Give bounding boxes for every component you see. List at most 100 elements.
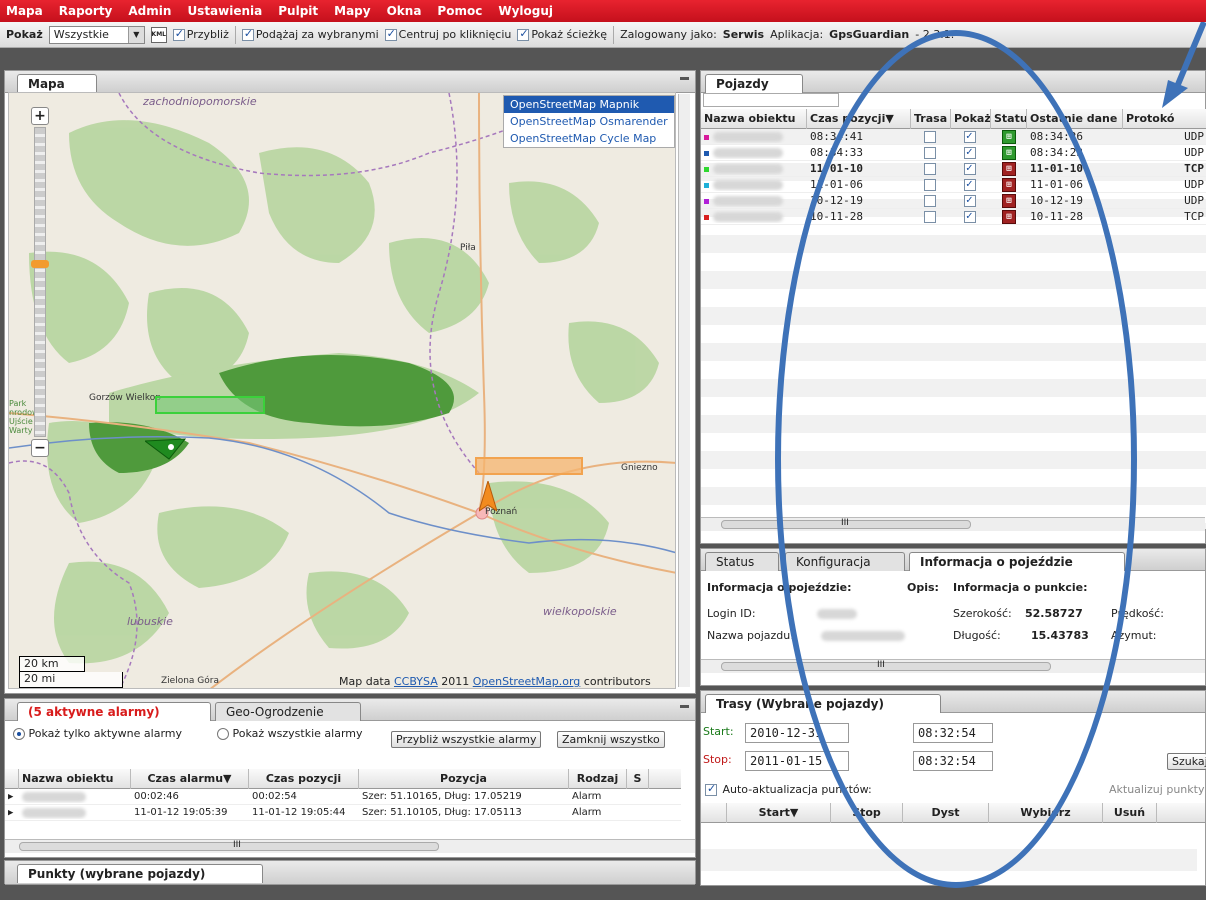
- column-header[interactable]: Czas pozycji▼: [807, 108, 911, 129]
- route-cell[interactable]: [911, 162, 951, 175]
- menu-item[interactable]: Mapy: [334, 4, 370, 18]
- table-row[interactable]: 10-12-19 ⊞ 10-12-19 UDP: [701, 193, 1206, 209]
- osm-link[interactable]: OpenStreetMap.org: [473, 675, 581, 688]
- route-cell[interactable]: [911, 194, 951, 207]
- show-checkbox[interactable]: [964, 210, 976, 223]
- show-checkbox[interactable]: [964, 162, 976, 175]
- zoom-out-button[interactable]: −: [31, 439, 49, 457]
- minimize-icon[interactable]: [680, 705, 689, 708]
- map-scrollbar[interactable]: [678, 94, 690, 687]
- table-row[interactable]: 11-01-06 ⊞ 11-01-06 UDP: [701, 177, 1206, 193]
- tab-config[interactable]: Konfiguracja: [785, 552, 905, 571]
- zoom-all-alarms-button[interactable]: Przybliż wszystkie alarmy: [391, 731, 542, 748]
- stop-time-input[interactable]: 08:32:54: [913, 751, 993, 771]
- tab-geofence[interactable]: Geo-Ogrodzenie: [215, 702, 361, 721]
- column-header[interactable]: Trasa: [911, 108, 951, 129]
- show-select[interactable]: Wszystkie ▼: [48, 25, 145, 44]
- tab-status[interactable]: Status: [705, 552, 779, 571]
- alarms-hscrollbar[interactable]: III: [5, 839, 695, 853]
- column-header[interactable]: Czas pozycji: [249, 768, 359, 789]
- table-row[interactable]: 10-11-28 ⊞ 10-11-28 TCP: [701, 209, 1206, 225]
- show-checkbox[interactable]: [964, 146, 976, 159]
- vehicle-marker-icon[interactable]: [479, 481, 497, 515]
- scroll-thumb[interactable]: [19, 842, 439, 851]
- column-header[interactable]: Ostatnie dane: [1027, 108, 1123, 129]
- table-row[interactable]: ▶ 00:02:46 00:02:54 Szer: 51.10165, Dług: 1…: [5, 789, 681, 805]
- tab-points[interactable]: Punkty (wybrane pojazdy): [17, 864, 263, 883]
- route-checkbox[interactable]: [924, 147, 936, 159]
- column-header[interactable]: Czas alarmu▼: [131, 768, 249, 789]
- auto-update-checkbox[interactable]: Auto-aktualizacja punktów:: [705, 782, 872, 796]
- show-cell[interactable]: [951, 194, 991, 207]
- tab-active-alarms[interactable]: (5 aktywne alarmy): [17, 702, 211, 721]
- vehicles-hscrollbar[interactable]: III: [701, 517, 1205, 531]
- table-row[interactable]: 08:34:33 ⊞ 08:34:23 UDP: [701, 145, 1206, 161]
- tab-vehicles[interactable]: Pojazdy: [705, 74, 803, 93]
- layer-option[interactable]: OpenStreetMap Osmarender: [504, 113, 674, 130]
- show-checkbox[interactable]: [964, 194, 976, 207]
- show-cell[interactable]: [951, 178, 991, 191]
- kml-icon[interactable]: KML: [150, 26, 167, 43]
- radio-all-alarms[interactable]: Pokaż wszystkie alarmy: [217, 727, 381, 740]
- minimize-icon[interactable]: [680, 77, 689, 80]
- update-points-button[interactable]: Aktualizuj punkty: [1109, 783, 1205, 796]
- show-checkbox[interactable]: [964, 178, 976, 191]
- column-header[interactable]: Usuń: [1103, 802, 1157, 823]
- radio-active-alarms[interactable]: Pokaż tylko aktywne alarmy: [13, 727, 197, 740]
- table-row[interactable]: ▶ 11-01-12 19:05:39 11-01-12 19:05:44 Szer:…: [5, 805, 681, 821]
- scroll-thumb[interactable]: [721, 662, 1051, 671]
- column-header[interactable]: Nazwa obiektu: [701, 108, 807, 129]
- route-cell[interactable]: [911, 130, 951, 143]
- route-checkbox[interactable]: [924, 211, 936, 223]
- table-row[interactable]: 11-01-10 ⊞ 11-01-10 TCP: [701, 161, 1206, 177]
- vehicle-label[interactable]: [475, 457, 583, 475]
- tab-routes[interactable]: Trasy (Wybrane pojazdy): [705, 694, 941, 713]
- menu-item[interactable]: Raporty: [59, 4, 113, 18]
- column-header[interactable]: Start▼: [727, 802, 831, 823]
- search-button[interactable]: Szukaj: [1167, 753, 1206, 770]
- show-cell[interactable]: [951, 146, 991, 159]
- column-header[interactable]: Rodzaj: [569, 768, 627, 789]
- route-checkbox[interactable]: [924, 131, 936, 143]
- zoom-slider[interactable]: [31, 127, 49, 437]
- layer-option[interactable]: OpenStreetMap Cycle Map: [504, 130, 674, 147]
- menu-item[interactable]: Ustawienia: [187, 4, 262, 18]
- show-cell[interactable]: [951, 130, 991, 143]
- menu-item[interactable]: Pomoc: [437, 4, 482, 18]
- column-header[interactable]: Status: [991, 108, 1027, 129]
- route-checkbox[interactable]: [924, 179, 936, 191]
- center-checkbox[interactable]: Centruj po kliknięciu: [384, 27, 511, 41]
- route-checkbox[interactable]: [924, 195, 936, 207]
- route-cell[interactable]: [911, 210, 951, 223]
- show-cell[interactable]: [951, 210, 991, 223]
- column-header[interactable]: Wybierz: [989, 802, 1103, 823]
- start-time-input[interactable]: 08:32:54: [913, 723, 993, 743]
- column-header[interactable]: Nazwa obiektu: [19, 768, 131, 789]
- menu-item[interactable]: Mapa: [6, 4, 43, 18]
- column-header[interactable]: Pozycja: [359, 768, 569, 789]
- route-cell[interactable]: [911, 178, 951, 191]
- show-checkbox[interactable]: [964, 130, 976, 143]
- menu-item[interactable]: Wyloguj: [498, 4, 553, 18]
- menu-item[interactable]: Okna: [387, 4, 422, 18]
- vehicle-marker-icon[interactable]: [145, 437, 189, 461]
- zoom-in-checkbox[interactable]: Przybliż: [172, 27, 229, 41]
- layer-option[interactable]: OpenStreetMap Mapnik: [504, 96, 674, 113]
- menu-item[interactable]: Pulpit: [278, 4, 318, 18]
- column-header[interactable]: Pokaż: [951, 108, 991, 129]
- route-cell[interactable]: [911, 146, 951, 159]
- map-view[interactable]: zachodniopomorskie Piła Gorzów Wielkop P…: [8, 92, 676, 689]
- table-row[interactable]: 08:34:41 ⊞ 08:34:26 UDP: [701, 129, 1206, 145]
- start-date-input[interactable]: 2010-12-31: [745, 723, 849, 743]
- column-header[interactable]: Protokó: [1123, 109, 1206, 129]
- path-checkbox[interactable]: Pokaż ścieżkę: [517, 27, 607, 41]
- stop-date-input[interactable]: 2011-01-15: [745, 751, 849, 771]
- route-checkbox[interactable]: [924, 163, 936, 175]
- close-all-button[interactable]: Zamknij wszystko: [557, 731, 665, 748]
- column-header[interactable]: S: [627, 768, 649, 789]
- ccbysa-link[interactable]: CCBYSA: [394, 675, 438, 688]
- info-hscrollbar[interactable]: III: [701, 659, 1205, 673]
- tab-map[interactable]: Mapa: [17, 74, 97, 93]
- column-header[interactable]: Dyst: [903, 802, 989, 823]
- vehicle-label[interactable]: [155, 396, 265, 414]
